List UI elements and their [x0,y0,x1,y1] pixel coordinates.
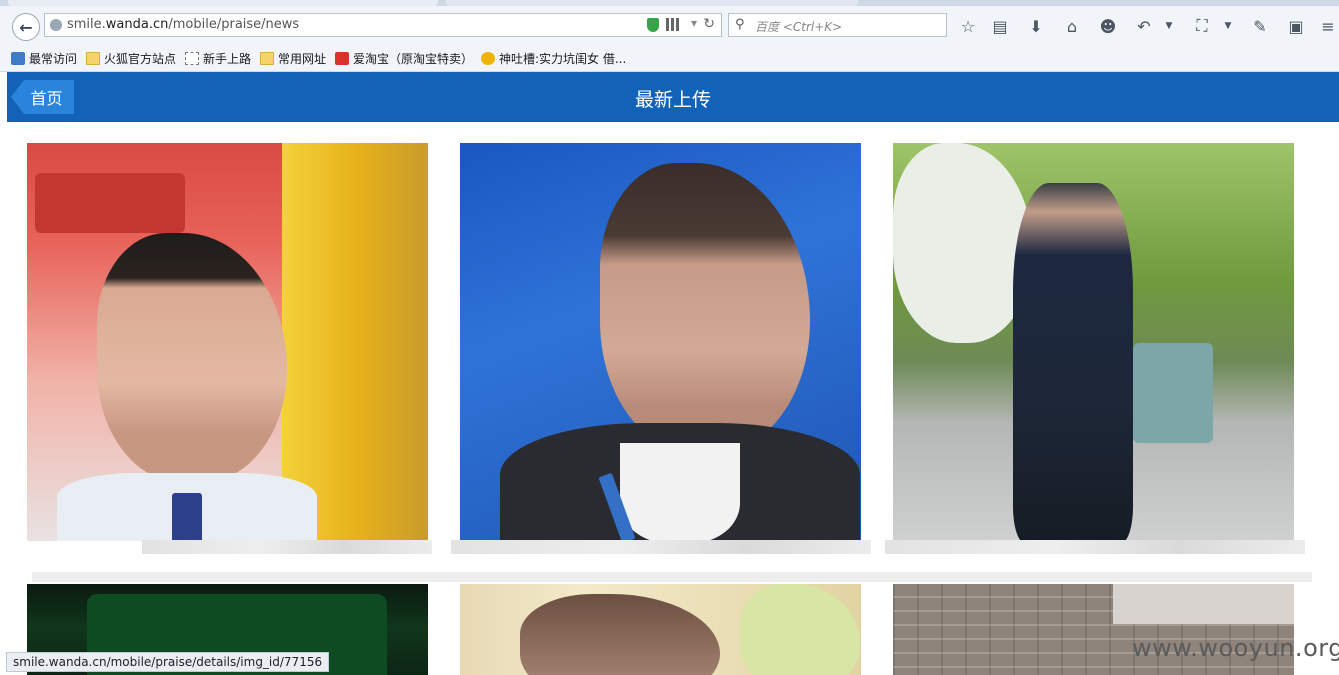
gallery-photo[interactable] [460,584,861,675]
reload-icon[interactable]: ↻ [703,16,715,32]
bookmark-taobao[interactable]: 爱淘宝（原淘宝特卖） [335,50,473,66]
photo-tie [172,493,202,541]
bookmark-getting-started[interactable]: 新手上路 [185,50,251,66]
bookmark-label: 爱淘宝（原淘宝特卖） [353,51,474,66]
undo-dropdown-icon[interactable]: ▼ [1164,16,1174,36]
folder-icon [260,51,274,65]
app-header: 首页 最新上传 [7,72,1339,122]
bookmark-label: 新手上路 [203,51,252,66]
back-arrow-icon: ← [19,17,33,37]
star-icon[interactable]: ☆ [958,16,978,36]
url-text[interactable]: smile.wanda.cn/mobile/praise/news [67,17,299,32]
home-icon[interactable]: ⌂ [1062,16,1082,36]
bookmark-label: 最常访问 [29,51,78,66]
bookmark-firefox-sites[interactable]: 火狐官方站点 [86,50,176,66]
search-bar[interactable]: ⚲ 百度 <Ctrl+K> [728,13,947,37]
menu-icon[interactable]: ≡ [1318,16,1338,36]
folder-icon [86,51,100,65]
qr-code-icon[interactable] [666,18,679,31]
photo-bin [1133,343,1213,443]
photo-banner [35,173,185,233]
gallery-photo[interactable] [27,143,428,541]
photo-bricks-top [1113,584,1294,624]
gallery-photo[interactable] [460,143,861,541]
smiley-icon[interactable]: ☻ [1098,16,1118,36]
download-icon[interactable]: ⬇ [1026,16,1046,36]
photo-background-panel [282,143,428,541]
row-divider [32,572,1312,582]
bookmark-label: 常用网址 [278,51,327,66]
reader-icon[interactable]: ▣ [1286,16,1306,36]
search-icon: ⚲ [735,17,745,32]
bookmark-label: 神吐槽:实力坑闺女 借... [499,51,627,66]
bookmark-most-visited[interactable]: 最常访问 [11,50,77,66]
photo-person [1013,183,1133,541]
photo-collar [620,443,740,541]
bookmark-label: 火狐官方站点 [104,51,177,66]
photo-face [600,163,810,453]
most-visited-icon [11,51,25,65]
status-bar-url: smile.wanda.cn/mobile/praise/details/img… [6,652,330,672]
taobao-icon [335,51,349,65]
dropdown-arrow-icon[interactable]: ▾ [691,16,697,30]
photo-sky [893,143,1033,343]
photo-caption-bar [142,540,432,554]
url-bar[interactable]: smile.wanda.cn/mobile/praise/news ▾ ↻ [44,13,722,37]
url-path: /mobile/praise/news [168,17,300,32]
bookmarks-toolbar: 最常访问 火狐官方站点 新手上路 常用网址 爱淘宝（原淘宝特卖） 神吐槽:实力坑… [0,46,1339,72]
photo-face [97,233,287,483]
back-button[interactable]: ← [12,13,40,41]
emoji-icon [481,51,495,65]
shield-icon[interactable] [647,18,659,32]
undo-icon[interactable]: ↶ [1134,16,1154,36]
browser-navbar: ← smile.wanda.cn/mobile/praise/news ▾ ↻ … [0,6,1339,46]
globe-icon [50,19,62,31]
gallery-photo[interactable] [893,143,1294,541]
bookmark-common-sites[interactable]: 常用网址 [260,50,326,66]
photo-gallery [7,122,1339,675]
photo-caption-bar [451,540,871,554]
photo-background [740,584,860,675]
chat-icon[interactable]: ✎ [1250,16,1270,36]
crop-dropdown-icon[interactable]: ▼ [1223,16,1233,36]
url-host: wanda.cn [105,17,169,32]
watermark: www.wooyun.org [1132,634,1339,662]
search-placeholder: 百度 <Ctrl+K> [755,20,843,34]
dashed-page-icon [185,51,199,65]
page-title: 最新上传 [634,89,711,111]
photo-caption-bar [885,540,1305,554]
reading-list-icon[interactable]: ▤ [990,16,1010,36]
url-prefix: smile. [67,17,106,32]
photo-face [520,594,720,675]
crop-icon[interactable]: ⛶ [1192,16,1212,36]
bookmark-shentucao[interactable]: 神吐槽:实力坑闺女 借... [481,50,626,66]
